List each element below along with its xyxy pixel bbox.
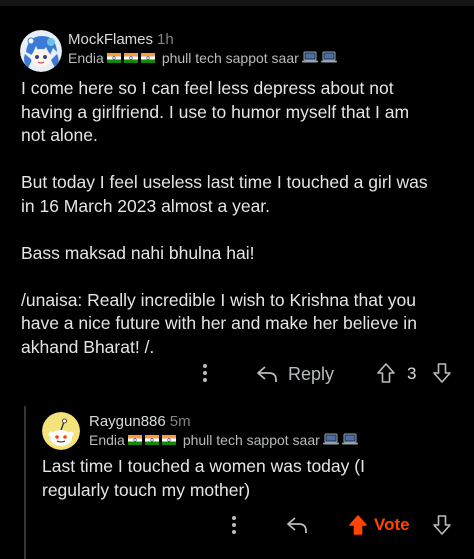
text-line: in 16 March 2023 almost a year. xyxy=(21,195,271,216)
text-line: having a girlfriend. I use to humor myse… xyxy=(21,101,410,122)
laptop-icon xyxy=(341,432,358,448)
laptop-icon xyxy=(320,50,337,66)
more-vertical-icon xyxy=(203,364,207,382)
comment-header: Raygun886 5m xyxy=(89,413,191,430)
downvote-button[interactable] xyxy=(431,362,453,384)
reply-arrow-icon xyxy=(287,517,307,533)
india-flag-icon xyxy=(127,435,142,445)
text-line: regularly touch my mother) xyxy=(42,479,251,500)
reply-button[interactable]: Reply xyxy=(256,362,334,386)
flair-prefix: Endia xyxy=(89,432,125,448)
upvote-arrow-icon xyxy=(349,515,367,535)
text-line: not alone. xyxy=(21,125,98,145)
anime-avatar-icon xyxy=(20,30,62,72)
flair-prefix: Endia xyxy=(68,50,104,66)
reply-label: Reply xyxy=(288,363,335,384)
comment-paragraph: /unaisa: Really incredible I wish to Kri… xyxy=(21,289,428,360)
snoo-avatar-icon xyxy=(42,412,80,450)
reply-arrow-icon xyxy=(257,366,277,382)
text-line: have a nice future with her and make her… xyxy=(21,313,417,333)
top-divider xyxy=(0,0,474,6)
thread-line[interactable] xyxy=(24,406,26,559)
text-line: /unaisa: Really incredible I wish to Kri… xyxy=(21,289,416,310)
username[interactable]: Raygun886 xyxy=(89,413,166,430)
vote-label: Vote xyxy=(374,515,410,534)
reply-button[interactable] xyxy=(285,514,309,536)
india-flag-icon xyxy=(144,435,159,445)
user-flair: Endia phull tech sappot saar xyxy=(68,50,337,66)
comment-paragraph: Bass maksad nahi bhulna hai! xyxy=(21,242,428,266)
timestamp: 1h xyxy=(157,31,174,48)
more-options-button[interactable] xyxy=(196,361,214,385)
comment-paragraph: But today I feel useless last time I tou… xyxy=(21,171,428,218)
comment-body: Last time I touched a women was today (I… xyxy=(42,455,365,502)
text-line: akhand Bharat! /. xyxy=(21,336,155,357)
downvote-arrow-icon xyxy=(433,363,451,383)
text-line: I come here so I can feel less depress a… xyxy=(21,78,394,98)
username[interactable]: MockFlames xyxy=(68,31,153,48)
upvote-button[interactable] xyxy=(375,362,397,384)
downvote-button[interactable] xyxy=(431,514,453,536)
upvote-button[interactable]: Vote xyxy=(348,513,410,537)
avatar[interactable] xyxy=(20,30,62,72)
avatar[interactable] xyxy=(42,412,80,450)
text-line: Last time I touched a women was today (I xyxy=(42,456,365,476)
laptop-icon xyxy=(301,50,318,66)
india-flag-icon xyxy=(106,53,121,63)
vote-score: 3 xyxy=(407,364,417,383)
flair-text: phull tech sappot saar xyxy=(161,50,299,66)
india-flag-icon xyxy=(123,53,138,63)
flair-text: phull tech sappot saar xyxy=(182,432,320,448)
comment-body: I come here so I can feel less depress a… xyxy=(21,77,428,359)
more-options-button[interactable] xyxy=(225,513,243,537)
more-vertical-icon xyxy=(232,516,236,534)
text-line: But today I feel useless last time I tou… xyxy=(21,172,428,192)
user-flair: Endia phull tech sappot saar xyxy=(89,432,358,448)
laptop-icon xyxy=(322,432,339,448)
downvote-arrow-icon xyxy=(433,515,451,535)
timestamp: 5m xyxy=(169,413,191,430)
upvote-arrow-icon xyxy=(377,363,395,383)
text-line: Bass maksad nahi bhulna hai! xyxy=(21,242,255,263)
comment-paragraph: I come here so I can feel less depress a… xyxy=(21,77,428,148)
comment-header: MockFlames 1h xyxy=(68,31,174,48)
india-flag-icon xyxy=(161,435,176,445)
india-flag-icon xyxy=(140,53,155,63)
